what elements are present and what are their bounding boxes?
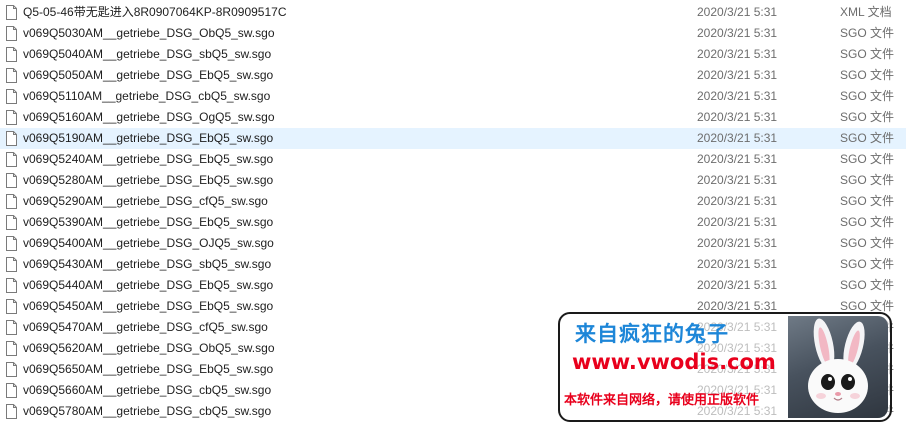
file-type: SGO 文件 — [840, 173, 895, 187]
file-icon — [6, 320, 17, 335]
watermark-banner: 来自疯狂的兔子 www.vwodis.com 本软件来自网络，请使用正版软件 — [558, 312, 892, 422]
file-name: v069Q5280AM__getriebe_DSG_EbQ5_sw.sgo — [23, 173, 274, 187]
file-icon — [6, 404, 17, 419]
file-name: v069Q5030AM__getriebe_DSG_ObQ5_sw.sgo — [23, 26, 275, 40]
file-name: v069Q5470AM__getriebe_DSG_cfQ5_sw.sgo — [23, 320, 268, 334]
file-type: SGO 文件 — [840, 215, 895, 229]
file-icon — [6, 131, 17, 146]
file-type: SGO 文件 — [840, 194, 895, 208]
file-date-modified: 2020/3/21 5:31 — [697, 5, 778, 19]
file-name: v069Q5050AM__getriebe_DSG_EbQ5_sw.sgo — [23, 68, 274, 82]
file-type: SGO 文件 — [840, 47, 895, 61]
file-icon — [6, 152, 17, 167]
file-icon — [6, 68, 17, 83]
file-icon — [6, 299, 17, 314]
file-name: Q5-05-46带无匙进入8R0907064KP-8R0909517C — [23, 5, 287, 19]
file-icon — [6, 173, 17, 188]
file-type: SGO 文件 — [840, 26, 895, 40]
file-name: v069Q5190AM__getriebe_DSG_EbQ5_sw.sgo — [23, 131, 274, 145]
file-icon — [6, 89, 17, 104]
file-row[interactable]: v069Q5030AM__getriebe_DSG_ObQ5_sw.sgo 20… — [0, 23, 906, 44]
file-icon — [6, 215, 17, 230]
file-name: v069Q5450AM__getriebe_DSG_EbQ5_sw.sgo — [23, 299, 274, 313]
file-name: v069Q5660AM__getriebe_DSG_cbQ5_sw.sgo — [23, 383, 272, 397]
watermark-notice: 本软件来自网络，请使用正版软件 — [564, 393, 760, 408]
file-icon — [6, 341, 17, 356]
file-name: v069Q5040AM__getriebe_DSG_sbQ5_sw.sgo — [23, 47, 272, 61]
file-icon — [6, 383, 17, 398]
file-icon — [6, 47, 17, 62]
file-row[interactable]: v069Q5040AM__getriebe_DSG_sbQ5_sw.sgo 20… — [0, 44, 906, 65]
file-date-modified: 2020/3/21 5:31 — [697, 68, 778, 82]
file-type: SGO 文件 — [840, 278, 895, 292]
rabbit-avatar-icon — [788, 316, 888, 418]
file-name: v069Q5780AM__getriebe_DSG_cbQ5_sw.sgo — [23, 404, 272, 418]
file-date-modified: 2020/3/21 5:31 — [697, 278, 778, 292]
file-type: SGO 文件 — [840, 110, 895, 124]
file-type: SGO 文件 — [840, 89, 895, 103]
file-date-modified: 2020/3/21 5:31 — [697, 131, 778, 145]
file-name: v069Q5650AM__getriebe_DSG_EbQ5_sw.sgo — [23, 362, 274, 376]
file-row[interactable]: v069Q5400AM__getriebe_DSG_OJQ5_sw.sgo 20… — [0, 233, 906, 254]
file-type: SGO 文件 — [840, 131, 895, 145]
file-date-modified: 2020/3/21 5:31 — [697, 152, 778, 166]
watermark-url: www.vwodis.com — [572, 350, 776, 374]
file-name: v069Q5290AM__getriebe_DSG_cfQ5_sw.sgo — [23, 194, 268, 208]
file-icon — [6, 236, 17, 251]
file-row[interactable]: v069Q5440AM__getriebe_DSG_EbQ5_sw.sgo 20… — [0, 275, 906, 296]
file-date-modified: 2020/3/21 5:31 — [697, 89, 778, 103]
file-type: XML 文档 — [840, 5, 892, 19]
file-row[interactable]: v069Q5050AM__getriebe_DSG_EbQ5_sw.sgo 20… — [0, 65, 906, 86]
file-row[interactable]: v069Q5430AM__getriebe_DSG_sbQ5_sw.sgo 20… — [0, 254, 906, 275]
file-row[interactable]: Q5-05-46带无匙进入8R0907064KP-8R0909517C 2020… — [0, 2, 906, 23]
file-name: v069Q5390AM__getriebe_DSG_EbQ5_sw.sgo — [23, 215, 274, 229]
file-name: v069Q5440AM__getriebe_DSG_EbQ5_sw.sgo — [23, 278, 274, 292]
file-name: v069Q5400AM__getriebe_DSG_OJQ5_sw.sgo — [23, 236, 274, 250]
file-type: SGO 文件 — [840, 68, 895, 82]
file-row[interactable]: v069Q5160AM__getriebe_DSG_OgQ5_sw.sgo 20… — [0, 107, 906, 128]
file-row[interactable]: v069Q5240AM__getriebe_DSG_EbQ5_sw.sgo 20… — [0, 149, 906, 170]
file-icon — [6, 278, 17, 293]
file-icon — [6, 5, 17, 20]
file-icon — [6, 257, 17, 272]
file-name: v069Q5240AM__getriebe_DSG_EbQ5_sw.sgo — [23, 152, 274, 166]
file-date-modified: 2020/3/21 5:31 — [697, 257, 778, 271]
file-row[interactable]: v069Q5280AM__getriebe_DSG_EbQ5_sw.sgo 20… — [0, 170, 906, 191]
file-type: SGO 文件 — [840, 236, 895, 250]
file-date-modified: 2020/3/21 5:31 — [697, 236, 778, 250]
file-type: SGO 文件 — [840, 152, 895, 166]
file-date-modified: 2020/3/21 5:31 — [697, 173, 778, 187]
file-row[interactable]: v069Q5390AM__getriebe_DSG_EbQ5_sw.sgo 20… — [0, 212, 906, 233]
file-name: v069Q5620AM__getriebe_DSG_ObQ5_sw.sgo — [23, 341, 275, 355]
file-name: v069Q5160AM__getriebe_DSG_OgQ5_sw.sgo — [23, 110, 275, 124]
file-type: SGO 文件 — [840, 257, 895, 271]
file-icon — [6, 26, 17, 41]
file-date-modified: 2020/3/21 5:31 — [697, 194, 778, 208]
file-icon — [6, 194, 17, 209]
file-row[interactable]: v069Q5110AM__getriebe_DSG_cbQ5_sw.sgo 20… — [0, 86, 906, 107]
file-name: v069Q5110AM__getriebe_DSG_cbQ5_sw.sgo — [23, 89, 271, 103]
file-icon — [6, 110, 17, 125]
file-row[interactable]: v069Q5290AM__getriebe_DSG_cfQ5_sw.sgo 20… — [0, 191, 906, 212]
watermark-title: 来自疯狂的兔子 — [575, 322, 729, 346]
file-date-modified: 2020/3/21 5:31 — [697, 47, 778, 61]
file-date-modified: 2020/3/21 5:31 — [697, 215, 778, 229]
file-row[interactable]: v069Q5190AM__getriebe_DSG_EbQ5_sw.sgo 20… — [0, 128, 906, 149]
file-date-modified: 2020/3/21 5:31 — [697, 26, 778, 40]
file-date-modified: 2020/3/21 5:31 — [697, 110, 778, 124]
file-icon — [6, 362, 17, 377]
file-name: v069Q5430AM__getriebe_DSG_sbQ5_sw.sgo — [23, 257, 272, 271]
